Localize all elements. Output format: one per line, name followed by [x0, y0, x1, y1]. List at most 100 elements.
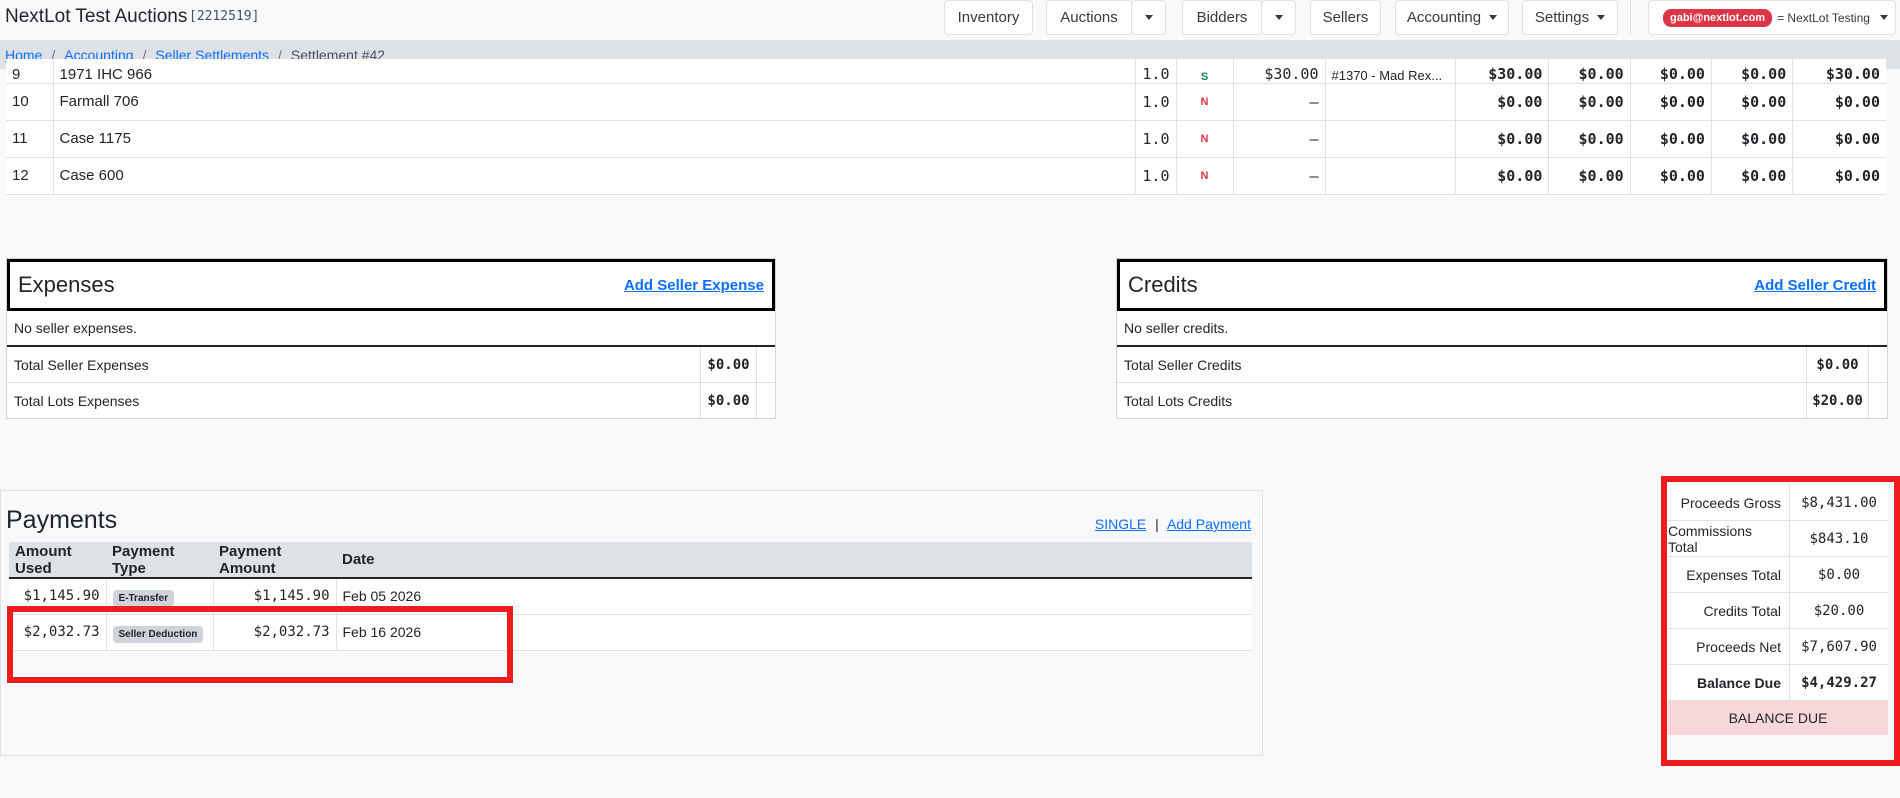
chevron-down-icon — [1597, 15, 1606, 20]
chevron-down-icon — [1144, 15, 1153, 20]
brand-name[interactable]: NextLot Test Auctions — [5, 6, 187, 28]
expenses-total-value: $0.00 — [1817, 566, 1861, 583]
empty-row — [9, 650, 1252, 686]
expenses-header: Expenses Add Seller Expense — [7, 259, 775, 311]
lot-amount: $0.00 — [1548, 157, 1631, 195]
user-menu-button[interactable]: gabi@nextlot.com = NextLot Testing — [1648, 0, 1896, 35]
table-row — [9, 650, 1252, 686]
lot-price: – — [1233, 83, 1326, 121]
lot-buyer — [1325, 83, 1456, 121]
single-payment-link[interactable]: SINGLE — [1095, 516, 1146, 532]
payment-amount-used: $2,032.73 — [9, 614, 107, 651]
balance-due-label: Balance Due — [1668, 665, 1790, 700]
lot-status: N — [1176, 157, 1234, 195]
balance-due-value: $4,429.27 — [1801, 674, 1877, 691]
credits-title: Credits — [1128, 272, 1198, 297]
payments-panel: Payments SINGLE | Add Payment Amount Use… — [0, 490, 1263, 756]
proceeds-net-value: $7,607.90 — [1801, 638, 1877, 655]
expenses-title: Expenses — [18, 272, 115, 297]
lot-amount: $0.00 — [1630, 59, 1712, 84]
lot-amount: $0.00 — [1711, 83, 1794, 121]
lot-amount: $0.00 — [1630, 157, 1712, 195]
nav-accounting-button[interactable]: Accounting — [1395, 0, 1509, 35]
nav-sellers-button[interactable]: Sellers — [1310, 0, 1381, 35]
nav-inventory-label: Inventory — [957, 9, 1020, 26]
lot-amount: $30.00 — [1455, 59, 1550, 84]
row-spacer — [1869, 347, 1887, 382]
total-lots-expenses-value: $0.00 — [701, 383, 757, 419]
commissions-total-label: Commissions Total — [1668, 521, 1790, 556]
nav-inventory-button[interactable]: Inventory — [944, 0, 1033, 35]
table-row[interactable]: $1,145.90 E-Transfer $1,145.90 Feb 05 20… — [9, 578, 1252, 615]
nav-auctions-label: Auctions — [1060, 9, 1118, 26]
payment-amount-used: $1,145.90 — [9, 578, 107, 615]
lot-price: $30.00 — [1233, 59, 1326, 84]
table-row[interactable]: 9 1971 IHC 966 1.0 S $30.00 #1370 - Mad … — [6, 59, 1886, 84]
lot-amount: $0.00 — [1630, 120, 1712, 158]
row-spacer — [1869, 383, 1887, 419]
lot-amount: $0.00 — [1711, 120, 1794, 158]
lot-buyer[interactable]: #1370 - Mad Rex... — [1325, 59, 1456, 84]
add-payment-link[interactable]: Add Payment — [1167, 516, 1251, 532]
proceeds-net-row: Proceeds Net $7,607.90 — [1668, 629, 1888, 665]
proceeds-net-label: Proceeds Net — [1668, 629, 1790, 664]
lot-amount: $0.00 — [1455, 157, 1550, 195]
payment-type-cell: Seller Deduction — [106, 614, 214, 651]
lot-amount: $0.00 — [1455, 83, 1550, 121]
user-org-label: = NextLot Testing — [1777, 10, 1870, 25]
table-row[interactable]: $2,032.73 Seller Deduction $2,032.73 Feb… — [9, 614, 1252, 651]
nav-bidders-button[interactable]: Bidders — [1182, 0, 1262, 35]
credits-total-row: Credits Total $20.00 — [1668, 593, 1888, 629]
credits-card: Credits Add Seller Credit No seller cred… — [1116, 258, 1888, 419]
nav-divider — [1630, 0, 1631, 34]
commissions-total-row: Commissions Total $843.10 — [1668, 521, 1888, 557]
chevron-down-icon — [1879, 15, 1888, 20]
payment-amount: $1,145.90 — [213, 578, 337, 615]
proceeds-gross-label: Proceeds Gross — [1668, 485, 1790, 520]
add-seller-credit-link[interactable]: Add Seller Credit — [1754, 277, 1876, 294]
row-spacer — [757, 347, 775, 382]
credits-total-value: $20.00 — [1813, 602, 1865, 619]
lot-amount: $0.00 — [1630, 83, 1712, 121]
payment-type-cell: E-Transfer — [106, 578, 214, 615]
lot-status: N — [1176, 83, 1234, 121]
total-lots-credits-label: Total Lots Credits — [1117, 383, 1807, 419]
lot-amount: $0.00 — [1711, 157, 1794, 195]
chevron-down-icon — [1489, 15, 1498, 20]
lot-buyer — [1325, 120, 1456, 158]
payments-title: Payments — [6, 506, 118, 534]
total-lots-expenses-row: Total Lots Expenses $0.00 — [7, 383, 775, 419]
expenses-card: Expenses Add Seller Expense No seller ex… — [6, 258, 776, 419]
lot-title[interactable]: Case 1175 — [53, 120, 1136, 158]
lot-quantity: 1.0 — [1135, 120, 1177, 158]
add-seller-expense-link[interactable]: Add Seller Expense — [624, 277, 764, 294]
table-row[interactable]: 12 Case 600 1.0 N – $0.00 $0.00 $0.00 $0… — [6, 157, 1886, 195]
nav-bidders-label: Bidders — [1196, 9, 1248, 26]
payments-link-divider: | — [1155, 516, 1159, 532]
table-row[interactable]: 11 Case 1175 1.0 N – $0.00 $0.00 $0.00 $… — [6, 120, 1886, 158]
total-lots-credits-value: $20.00 — [1807, 383, 1869, 419]
user-email-badge: gabi@nextlot.com — [1663, 8, 1773, 27]
chevron-down-icon — [1274, 15, 1283, 20]
total-lots-expenses-label: Total Lots Expenses — [7, 383, 701, 419]
bidders-dropdown-toggle[interactable] — [1261, 0, 1296, 35]
table-row[interactable]: 10 Farmall 706 1.0 N – $0.00 $0.00 $0.00… — [6, 83, 1886, 121]
lot-title[interactable]: 1971 IHC 966 — [53, 59, 1136, 84]
auctions-dropdown-toggle[interactable] — [1131, 0, 1166, 35]
expenses-total-label: Expenses Total — [1668, 557, 1790, 592]
nav-settings-button[interactable]: Settings — [1522, 0, 1618, 35]
lot-number: 10 — [6, 83, 54, 121]
lot-status: S — [1176, 59, 1234, 84]
lot-number: 12 — [6, 157, 54, 195]
lot-quantity: 1.0 — [1135, 83, 1177, 121]
lot-title[interactable]: Case 600 — [53, 157, 1136, 195]
settlement-summary: Proceeds Gross $8,431.00 Commissions Tot… — [1668, 485, 1888, 735]
lot-amount: $0.00 — [1711, 59, 1794, 84]
payments-actions: SINGLE | Add Payment — [1095, 516, 1251, 532]
credits-header: Credits Add Seller Credit — [1117, 259, 1887, 311]
lot-title[interactable]: Farmall 706 — [53, 83, 1136, 121]
nav-accounting-label: Accounting — [1406, 9, 1482, 26]
total-seller-credits-row: Total Seller Credits $0.00 — [1117, 347, 1887, 383]
lot-amount: $0.00 — [1792, 120, 1886, 158]
nav-auctions-button[interactable]: Auctions — [1046, 0, 1132, 35]
